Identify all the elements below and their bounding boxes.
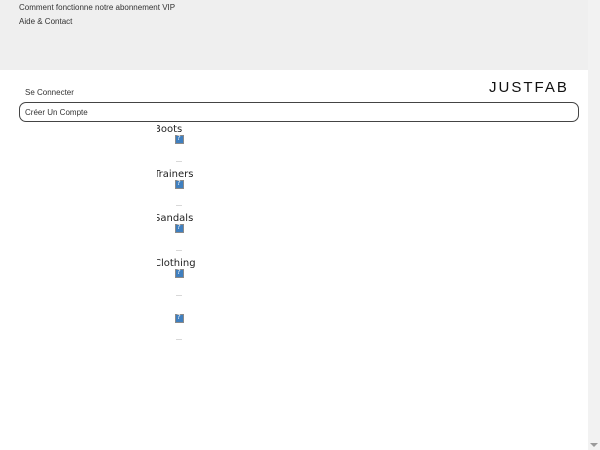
scroll-down-arrow-icon[interactable] — [590, 443, 598, 447]
broken-image-icon — [175, 223, 184, 233]
broken-image-icon — [175, 268, 184, 278]
vip-membership-link[interactable]: Comment fonctionne notre abonnement VIP — [19, 3, 175, 12]
divider — [176, 205, 182, 206]
vertical-scrollbar[interactable] — [588, 0, 600, 450]
category-item-clothing[interactable]: Clothing — [157, 258, 201, 298]
category-item-unlabeled[interactable] — [157, 303, 201, 343]
create-account-label: Créer Un Compte — [25, 108, 88, 117]
category-item-boots[interactable]: Boots — [157, 124, 201, 164]
category-item-sandals[interactable]: Sandals — [157, 213, 201, 253]
broken-image-icon — [175, 134, 184, 144]
divider — [176, 250, 182, 251]
sign-in-link[interactable]: Se Connecter — [25, 88, 74, 97]
justfab-logo[interactable]: JUSTFAB — [489, 79, 569, 96]
help-contact-link[interactable]: Aide & Contact — [19, 17, 72, 26]
create-account-button[interactable]: Créer Un Compte — [19, 102, 579, 122]
divider — [176, 161, 182, 162]
broken-image-icon — [175, 179, 184, 189]
category-item-trainers[interactable]: Trainers — [157, 169, 201, 209]
broken-image-icon — [175, 313, 184, 323]
divider — [176, 295, 182, 296]
divider — [176, 339, 182, 340]
top-utility-bar: Comment fonctionne notre abonnement VIP … — [0, 0, 588, 70]
